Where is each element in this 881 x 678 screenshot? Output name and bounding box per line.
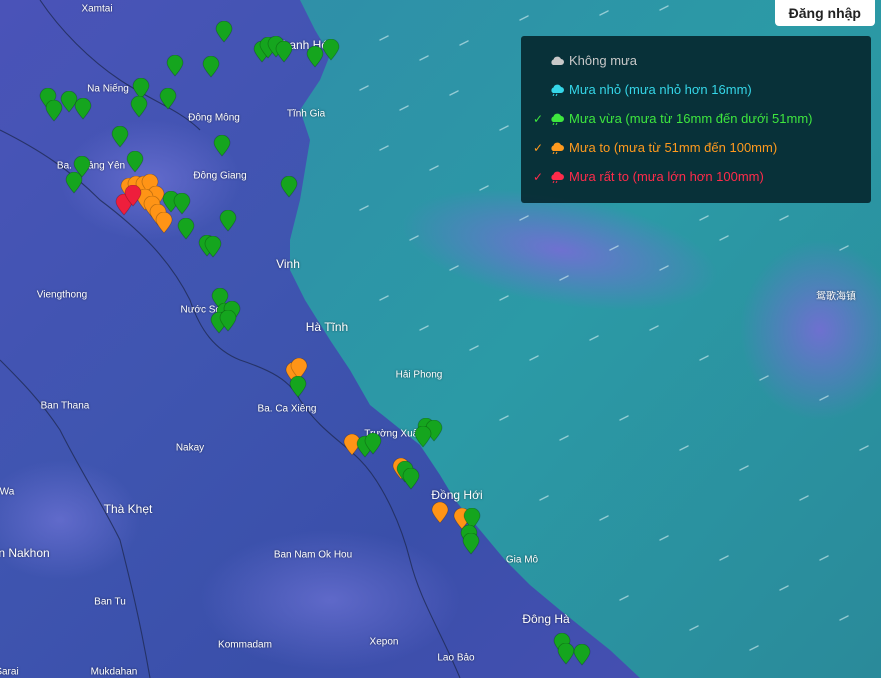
station-marker-green[interactable] [402, 468, 420, 490]
map-pin-icon [166, 55, 184, 77]
map-pin-icon [215, 21, 233, 43]
station-marker-orange[interactable] [155, 212, 173, 234]
map-pin-icon [159, 88, 177, 110]
legend-item-very-heavy-rain[interactable]: ✓ Mưa rất to (mưa lớn hơn 100mm) [521, 162, 871, 191]
station-marker-green[interactable] [573, 644, 591, 666]
legend-item-moderate-rain[interactable]: ✓ Mưa vừa (mưa từ 16mm đến dưới 51mm) [521, 104, 871, 133]
map-pin-icon [74, 98, 92, 120]
station-marker-green[interactable] [462, 533, 480, 555]
map-pin-icon [177, 218, 195, 240]
station-marker-green[interactable] [219, 210, 237, 232]
check-icon: ✓ [532, 169, 543, 184]
check-icon: ✓ [532, 111, 543, 126]
station-marker-green[interactable] [204, 236, 222, 258]
station-marker-green[interactable] [130, 96, 148, 118]
station-marker-green[interactable] [166, 55, 184, 77]
station-marker-green[interactable] [111, 126, 129, 148]
map-pin-icon [402, 468, 420, 490]
rain-cloud-icon [551, 142, 564, 154]
station-marker-green[interactable] [280, 176, 298, 198]
station-marker-green[interactable] [202, 56, 220, 78]
map-pin-icon [202, 56, 220, 78]
station-marker-green[interactable] [213, 135, 231, 157]
legend-item-light-rain[interactable]: Mưa nhỏ (mưa nhỏ hơn 16mm) [521, 75, 871, 104]
station-marker-green[interactable] [173, 193, 191, 215]
legend-label: Mưa rất to (mưa lớn hơn 100mm) [569, 169, 764, 184]
station-marker-green[interactable] [322, 39, 340, 61]
rain-cloud-icon [551, 113, 564, 125]
station-marker-green[interactable] [177, 218, 195, 240]
station-marker-green[interactable] [289, 376, 307, 398]
station-marker-green[interactable] [275, 41, 293, 63]
map-pin-icon [213, 135, 231, 157]
map-pin-icon [111, 126, 129, 148]
map-pin-icon [173, 193, 191, 215]
legend-item-heavy-rain[interactable]: ✓ Mưa to (mưa từ 51mm đến 100mm) [521, 133, 871, 162]
map-pin-icon [124, 185, 142, 207]
station-marker-green[interactable] [159, 88, 177, 110]
legend-label: Mưa nhỏ (mưa nhỏ hơn 16mm) [569, 82, 752, 97]
legend-label: Không mưa [569, 53, 637, 68]
legend-label: Mưa to (mưa từ 51mm đến 100mm) [569, 140, 778, 155]
rain-cloud-icon [551, 171, 564, 183]
station-marker-green[interactable] [65, 172, 83, 194]
station-marker-orange[interactable] [431, 502, 449, 524]
login-button[interactable]: Đăng nhập [774, 0, 875, 26]
map-pin-icon [219, 310, 237, 332]
legend-item-no-rain[interactable]: Không mưa [521, 46, 871, 75]
map-pin-icon [65, 172, 83, 194]
map-pin-icon [573, 644, 591, 666]
map-pin-icon [280, 176, 298, 198]
map-pin-icon [289, 376, 307, 398]
station-marker-red[interactable] [124, 185, 142, 207]
station-marker-green[interactable] [364, 433, 382, 455]
map-pin-icon [462, 533, 480, 555]
map-pin-icon [219, 210, 237, 232]
map-pin-icon [275, 41, 293, 63]
map-pin-icon [204, 236, 222, 258]
map-pin-icon [155, 212, 173, 234]
station-marker-green[interactable] [414, 426, 432, 448]
legend-label: Mưa vừa (mưa từ 16mm đến dưới 51mm) [569, 111, 813, 126]
station-marker-green[interactable] [74, 98, 92, 120]
map-pin-icon [431, 502, 449, 524]
map-pin-icon [364, 433, 382, 455]
weather-map[interactable]: Xamtai Thanh Hóa Na Niếng Đông Mông Tĩnh… [0, 0, 881, 678]
station-marker-green[interactable] [219, 310, 237, 332]
station-marker-green[interactable] [126, 151, 144, 173]
map-pin-icon [322, 39, 340, 61]
map-pin-icon [414, 426, 432, 448]
rain-legend: Không mưa Mưa nhỏ (mưa nhỏ hơn 16mm) ✓ M… [521, 36, 871, 203]
station-marker-green[interactable] [215, 21, 233, 43]
rain-cloud-icon [551, 84, 564, 96]
check-icon: ✓ [532, 140, 543, 155]
map-pin-icon [126, 151, 144, 173]
map-pin-icon [130, 96, 148, 118]
cloud-icon [551, 56, 564, 65]
